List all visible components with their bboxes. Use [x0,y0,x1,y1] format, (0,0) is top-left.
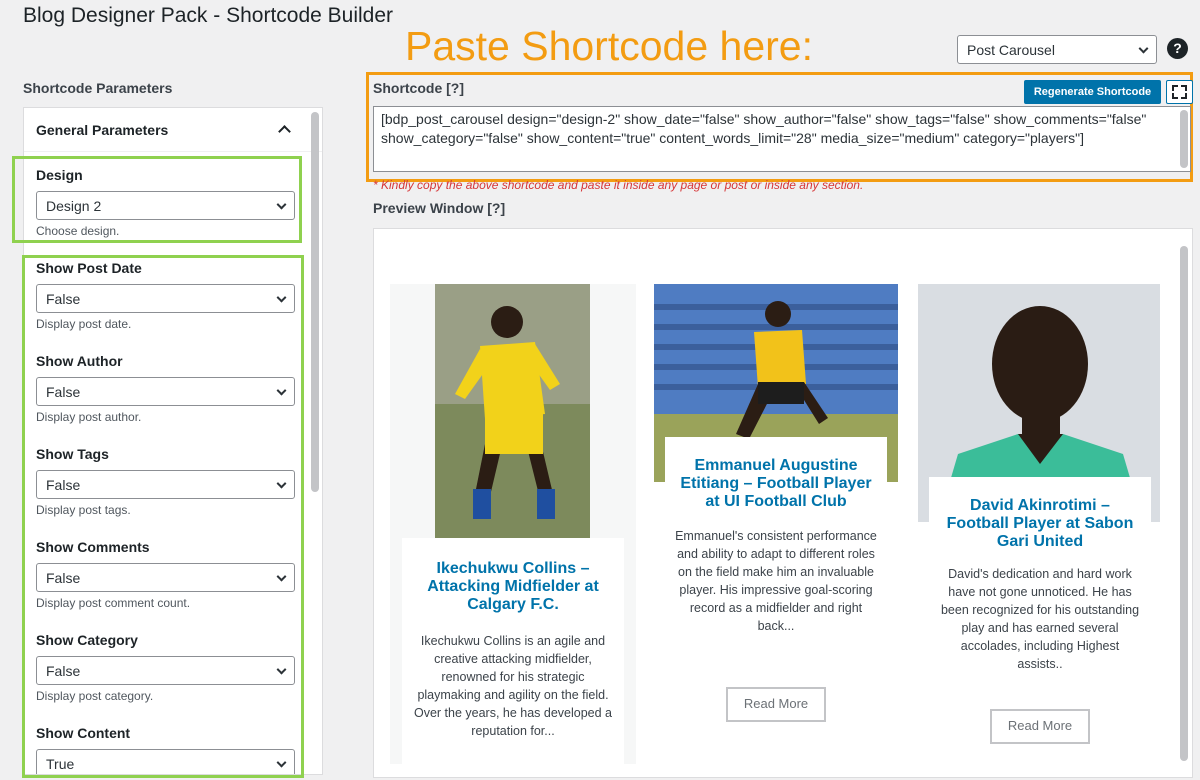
options-highlight-box [22,255,304,778]
shortcode-textarea[interactable]: [bdp_post_carousel design="design-2" sho… [373,106,1191,172]
shortcode-heading: Shortcode [?] [373,80,464,96]
regenerate-shortcode-button[interactable]: Regenerate Shortcode [1024,80,1161,104]
card-excerpt: Emmanuel's consistent performance and ab… [675,529,877,633]
fullscreen-icon[interactable] [1166,80,1193,104]
shortcode-scrollbar[interactable] [1180,110,1188,168]
shortcode-type-value: Post Carousel [967,42,1055,58]
read-more-button[interactable]: Read More [990,709,1090,744]
page-title: Blog Designer Pack - Shortcode Builder [23,4,394,27]
help-icon[interactable]: ? [1167,38,1188,59]
card-title[interactable]: David Akinrotimi – Football Player at Sa… [939,497,1141,551]
chevron-down-icon [1138,43,1149,54]
parameters-heading: Shortcode Parameters [23,80,173,96]
copy-note: * Kindly copy the above shortcode and pa… [373,178,864,192]
general-parameters-header[interactable]: General Parameters [24,108,322,152]
card-body: Ikechukwu Collins – Attacking Midfielder… [402,538,624,764]
card-excerpt: Ikechukwu Collins is an agile and creati… [413,634,613,738]
card-image[interactable] [435,284,590,539]
shortcode-type-select[interactable]: Post Carousel [957,35,1157,64]
design-highlight-box [12,156,302,243]
preview-heading: Preview Window [?] [373,200,506,216]
card-title[interactable]: Ikechukwu Collins – Attacking Midfielder… [412,560,614,614]
chevron-up-icon[interactable] [278,125,291,138]
general-parameters-title: General Parameters [36,122,169,138]
read-more-button[interactable]: Read More [726,687,826,722]
panel-scrollbar[interactable] [311,112,319,492]
paste-shortcode-annotation: Paste Shortcode here: [405,23,813,69]
card-excerpt: David's dedication and hard work have no… [940,567,1140,671]
preview-scrollbar[interactable] [1180,246,1188,761]
card-title[interactable]: Emmanuel Augustine Etitiang – Football P… [675,457,877,511]
